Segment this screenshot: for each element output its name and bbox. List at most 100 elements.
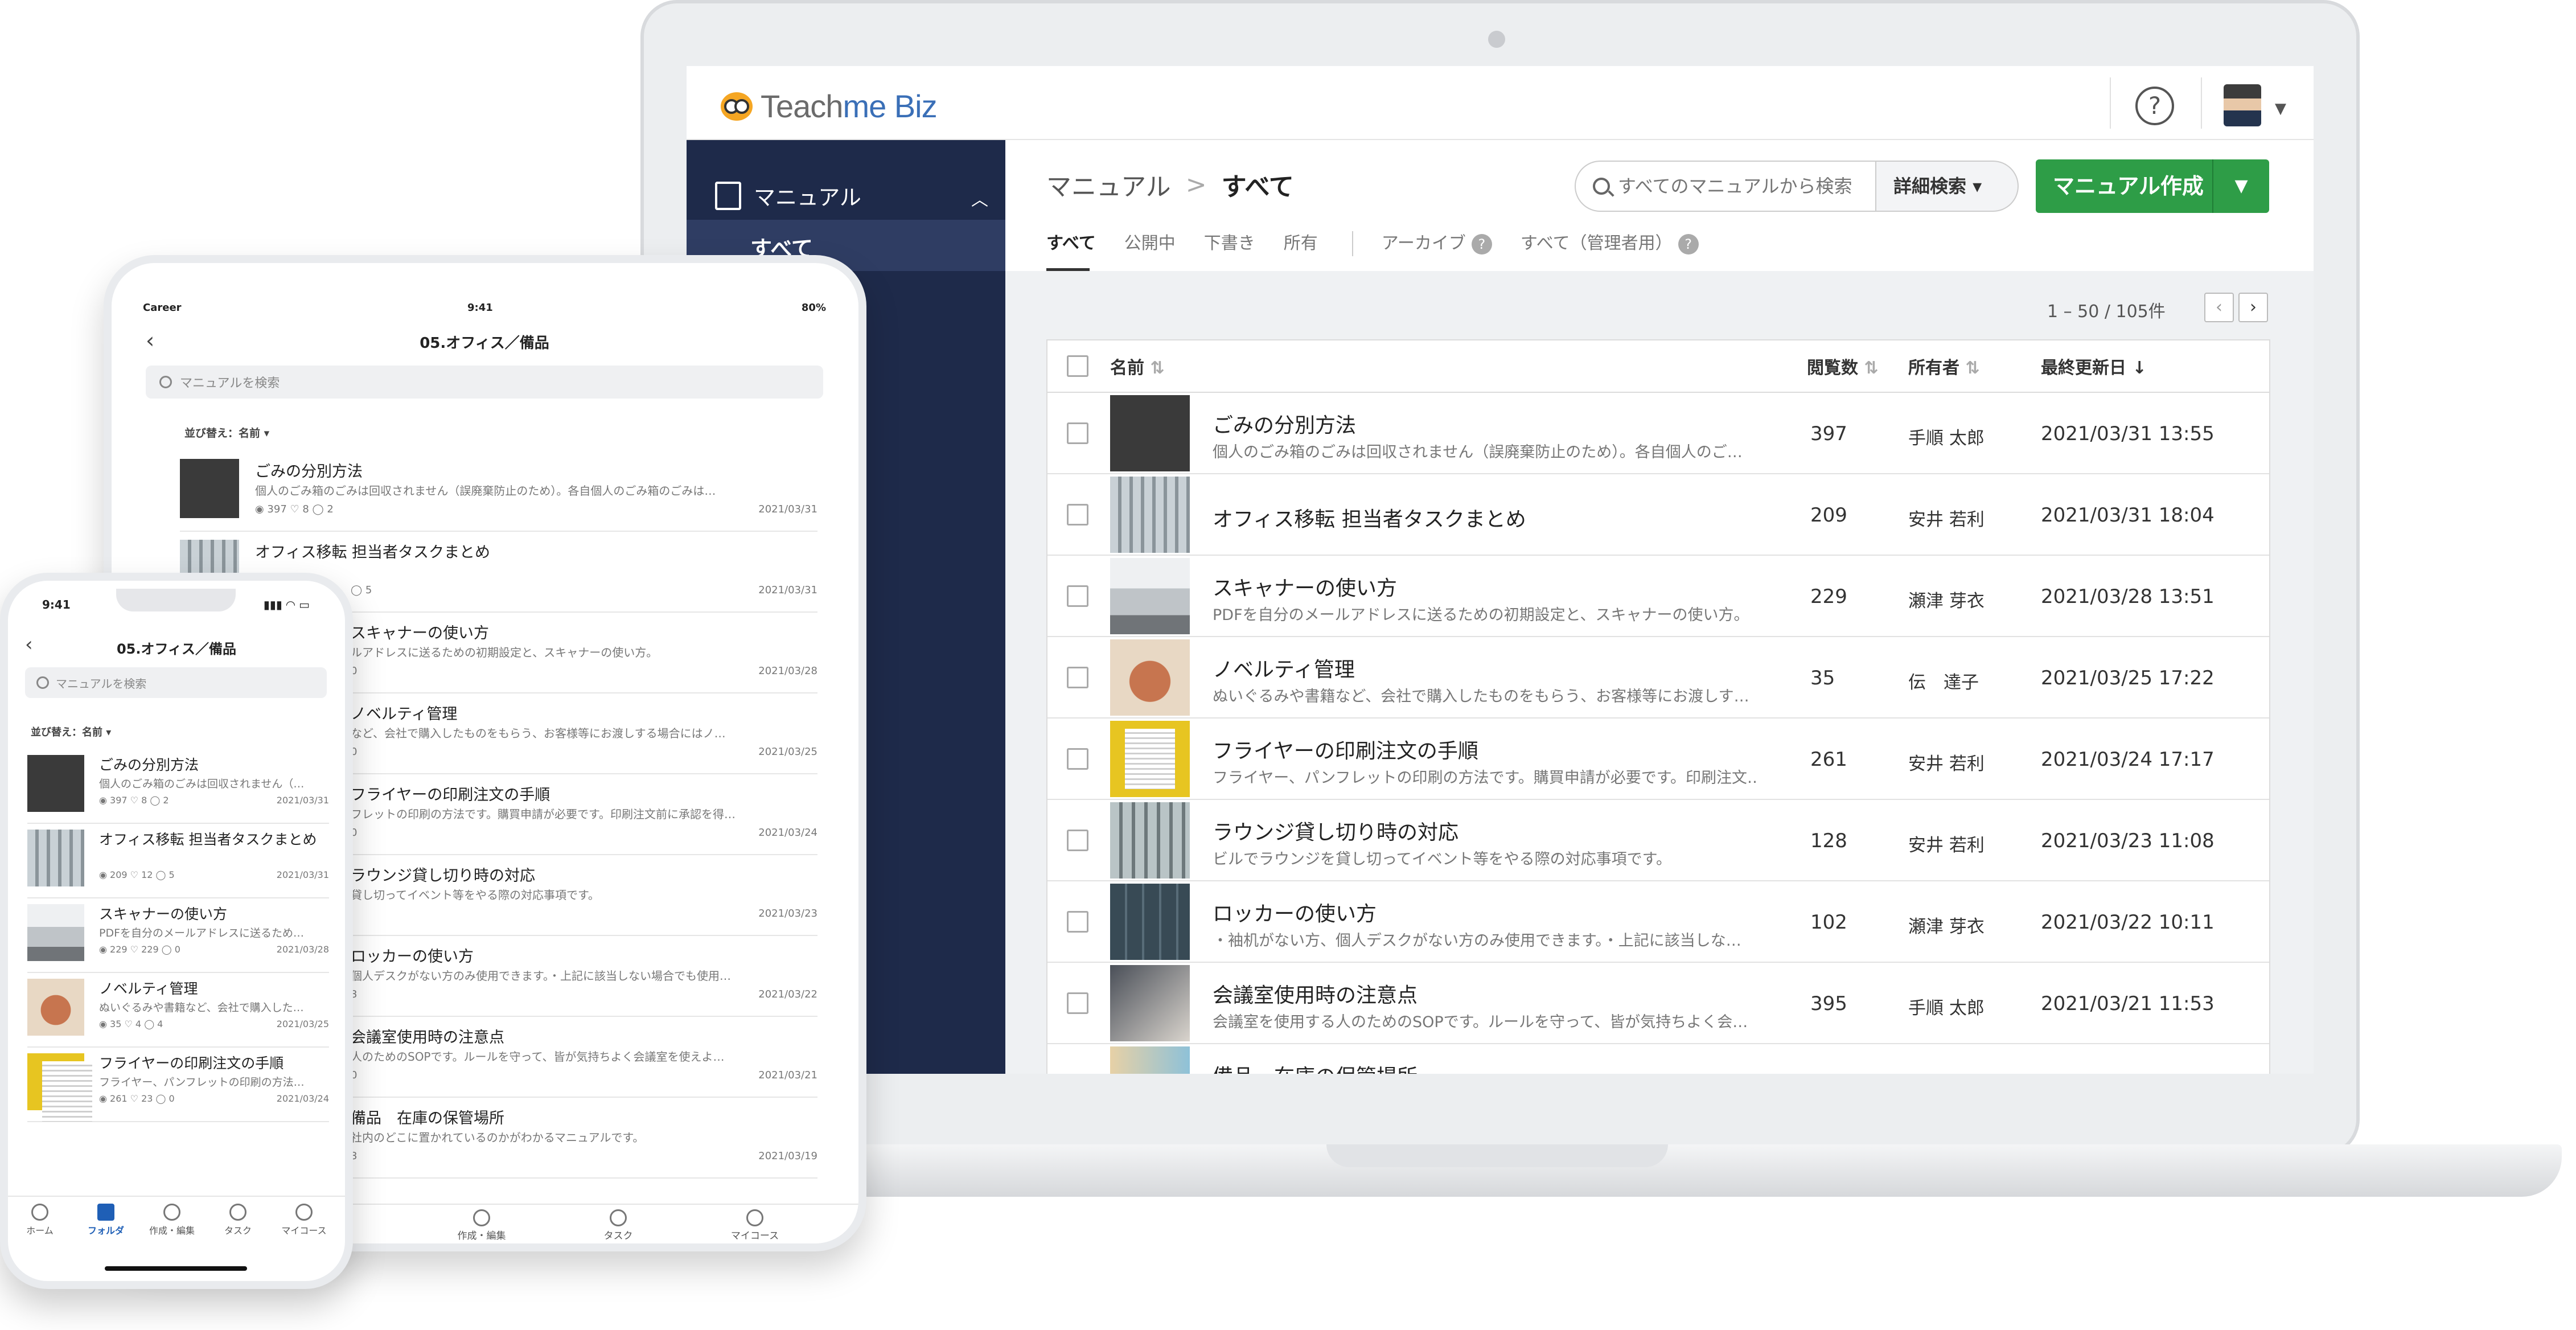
table-row[interactable]: ごみの分別方法 個人のごみ箱のごみは回収されません（誤廃棄防止のため）。各自個人… [1047, 393, 2269, 474]
lounge-thumbnail [1110, 802, 1190, 879]
scanner-thumbnail [1110, 558, 1190, 634]
row-checkbox[interactable] [1067, 585, 1088, 607]
tab-mycourse[interactable]: マイコース [276, 1204, 332, 1237]
scanner-thumbnail [27, 904, 84, 961]
trash-thumbnail [27, 755, 84, 812]
table-row[interactable]: ノベルティ管理 ぬいぐるみや書籍など、会社で購入したものをもらう、お客様等にお渡… [1047, 637, 2269, 719]
status-bar: 9:41 ▮▮▮ ◠ ▭ [42, 598, 310, 611]
bear-thumbnail [1110, 639, 1190, 716]
search-input[interactable] [1618, 175, 1863, 197]
folder-icon [97, 1204, 114, 1221]
tab-published[interactable]: 公開中 [1124, 227, 1204, 271]
list-item[interactable]: フライヤーの印刷注文の手順 フライヤー、パンフレットの印刷の方法… ◉ 261 … [27, 1048, 329, 1122]
tab-mycourse[interactable]: マイコース [721, 1209, 789, 1242]
flyer-thumbnail [1110, 721, 1190, 797]
plus-circle-icon [163, 1204, 180, 1221]
sort-dropdown[interactable]: 並び替え：名前 ▾ [184, 425, 269, 440]
graduation-cap-icon [295, 1204, 313, 1221]
list-item[interactable]: ごみの分別方法 個人のごみ箱のごみは回収されません（誤廃棄防止のため）。各自個人… [180, 451, 817, 532]
tab-all-admin[interactable]: すべて（管理者用）? [1521, 227, 1727, 271]
tab-owned[interactable]: 所有 [1284, 227, 1346, 271]
row-checkbox[interactable] [1067, 830, 1088, 851]
row-checkbox[interactable] [1067, 504, 1088, 526]
caret-down-icon[interactable]: ▼ [2212, 159, 2269, 213]
column-owner[interactable]: 所有者 ⇅ [1908, 354, 1980, 379]
table-row[interactable]: 会議室使用時の注意点 会議室を使用する人のためのSOPです。ルールを守って、皆が… [1047, 963, 2269, 1044]
search-input[interactable]: マニュアルを検索 [146, 366, 823, 399]
column-name[interactable]: 名前 ⇅ [1110, 354, 1165, 379]
book-icon [715, 181, 741, 210]
list-item[interactable]: スキャナーの使い方 PDFを自分のメールアドレスに送るため… ◉ 229 ♡ 2… [27, 898, 329, 973]
header-divider [2201, 77, 2202, 129]
manual-table: 名前 ⇅ 閲覧数 ⇅ 所有者 ⇅ 最終更新日 ↓ ごみの分別方法 個人のごみ箱の… [1046, 339, 2270, 1074]
page-title: 05.オフィス／備品 [420, 335, 549, 352]
table-row[interactable]: オフィス移転 担当者タスクまとめ 209 安井 若利 2021/03/31 18… [1047, 474, 2269, 556]
sidebar-section-manual[interactable]: マニュアル [715, 180, 861, 211]
tab-divider [1351, 231, 1353, 256]
calendar-check-icon [229, 1204, 246, 1221]
tab-draft[interactable]: 下書き [1204, 227, 1284, 271]
row-checkbox[interactable] [1067, 667, 1088, 688]
flyer-thumbnail [27, 1053, 92, 1122]
list-item[interactable]: ノベルティ管理 ぬいぐるみや書籍など、会社で購入した… ◉ 35 ♡ 4 ◯ 4… [27, 973, 329, 1048]
breadcrumb: マニュアル > すべて [1046, 166, 1294, 203]
search-input[interactable]: マニュアルを検索 [25, 667, 327, 698]
table-header: 名前 ⇅ 閲覧数 ⇅ 所有者 ⇅ 最終更新日 ↓ [1047, 340, 2269, 393]
search-box[interactable] [1575, 161, 1876, 212]
breadcrumb-root[interactable]: マニュアル [1046, 166, 1171, 203]
row-checkbox[interactable] [1067, 992, 1088, 1014]
user-avatar[interactable] [2224, 84, 2261, 126]
tab-folder[interactable]: フォルダ [77, 1204, 134, 1237]
owl-logo-icon [721, 92, 753, 121]
row-checkbox[interactable] [1067, 911, 1088, 933]
tab-all[interactable]: すべて [1046, 227, 1124, 271]
table-row[interactable]: ラウンジ貸し切り時の対応 ビルでラウンジを貸し切ってイベント等をやる際の対応事項… [1047, 800, 2269, 881]
column-updated[interactable]: 最終更新日 ↓ [2041, 354, 2147, 379]
teachme-biz-logo[interactable]: Teachme Biz [721, 88, 938, 125]
desktop-app: Teachme Biz ? ▼ マニュアル ︿ すべて マニュアル > すべて [687, 66, 2314, 1074]
phone-app: 9:41 ▮▮▮ ◠ ▭ ‹ 05.オフィス／備品 マニュアルを検索 並び替え：… [0, 573, 353, 1289]
tab-archive[interactable]: アーカイブ? [1382, 227, 1521, 271]
table-row[interactable]: 備品 在庫の保管場所 [1047, 1044, 2269, 1074]
search-icon [159, 376, 172, 388]
office-thumbnail [1110, 477, 1190, 553]
row-checkbox[interactable] [1067, 748, 1088, 770]
sort-dropdown[interactable]: 並び替え：名前 ▾ [31, 724, 111, 739]
chevron-up-icon[interactable]: ︿ [971, 186, 988, 211]
select-all-checkbox[interactable] [1067, 355, 1088, 377]
row-checkbox[interactable] [1067, 422, 1088, 444]
search-icon [1593, 178, 1610, 195]
table-row[interactable]: フライヤーの印刷注文の手順 フライヤー、パンフレットの印刷の方法です。購買申請が… [1047, 719, 2269, 800]
home-indicator [105, 1266, 247, 1271]
tab-task[interactable]: タスク [209, 1204, 266, 1237]
header-divider [2110, 77, 2111, 129]
main-header: マニュアル > すべて 詳細検索 ▾ マニュアル作成 ▼ すべて 公開中 下書き… [1005, 140, 2314, 271]
manual-list: ごみの分別方法 個人のごみ箱のごみは回収されません（… ◉ 397 ♡ 8 ◯ … [27, 749, 329, 1122]
help-icon[interactable]: ? [2135, 87, 2174, 125]
trash-thumbnail [180, 459, 239, 518]
table-row[interactable]: ロッカーの使い方 ・袖机がない方、個人デスクがない方のみ使用できます。・上記に該… [1047, 881, 2269, 963]
plus-circle-icon [473, 1209, 490, 1226]
advanced-search-button[interactable]: 詳細検索 ▾ [1876, 161, 2019, 212]
column-views[interactable]: 閲覧数 ⇅ [1807, 354, 1879, 379]
breadcrumb-current: すべて [1221, 173, 1294, 202]
prev-page-button[interactable]: ‹ [2204, 293, 2234, 322]
search-icon [36, 676, 49, 689]
tab-task[interactable]: タスク [584, 1209, 652, 1242]
create-manual-button[interactable]: マニュアル作成 ▼ [2036, 159, 2269, 213]
office-thumbnail [27, 830, 84, 886]
caret-down-icon[interactable]: ▼ [2275, 100, 2286, 117]
app-header: Teachme Biz ? ▼ [687, 66, 2314, 140]
list-item[interactable]: ごみの分別方法 個人のごみ箱のごみは回収されません（… ◉ 397 ♡ 8 ◯ … [27, 749, 329, 824]
trash-thumbnail [1110, 395, 1190, 471]
meeting-thumbnail [1110, 965, 1190, 1041]
people-thumbnail [1110, 1046, 1190, 1074]
graduation-cap-icon [746, 1209, 763, 1226]
question-icon: ? [1471, 234, 1492, 254]
table-row[interactable]: スキャナーの使い方 PDFを自分のメールアドレスに送るための初期設定と、スキャナ… [1047, 556, 2269, 637]
tab-create[interactable]: 作成・編集 [447, 1209, 516, 1242]
tab-create[interactable]: 作成・編集 [143, 1204, 200, 1237]
tab-home[interactable]: ホーム [11, 1204, 68, 1237]
next-page-button[interactable]: › [2238, 293, 2268, 322]
list-item[interactable]: オフィス移転 担当者タスクまとめ ◉ 209 ♡ 12 ◯ 5 2021/03/… [27, 824, 329, 898]
